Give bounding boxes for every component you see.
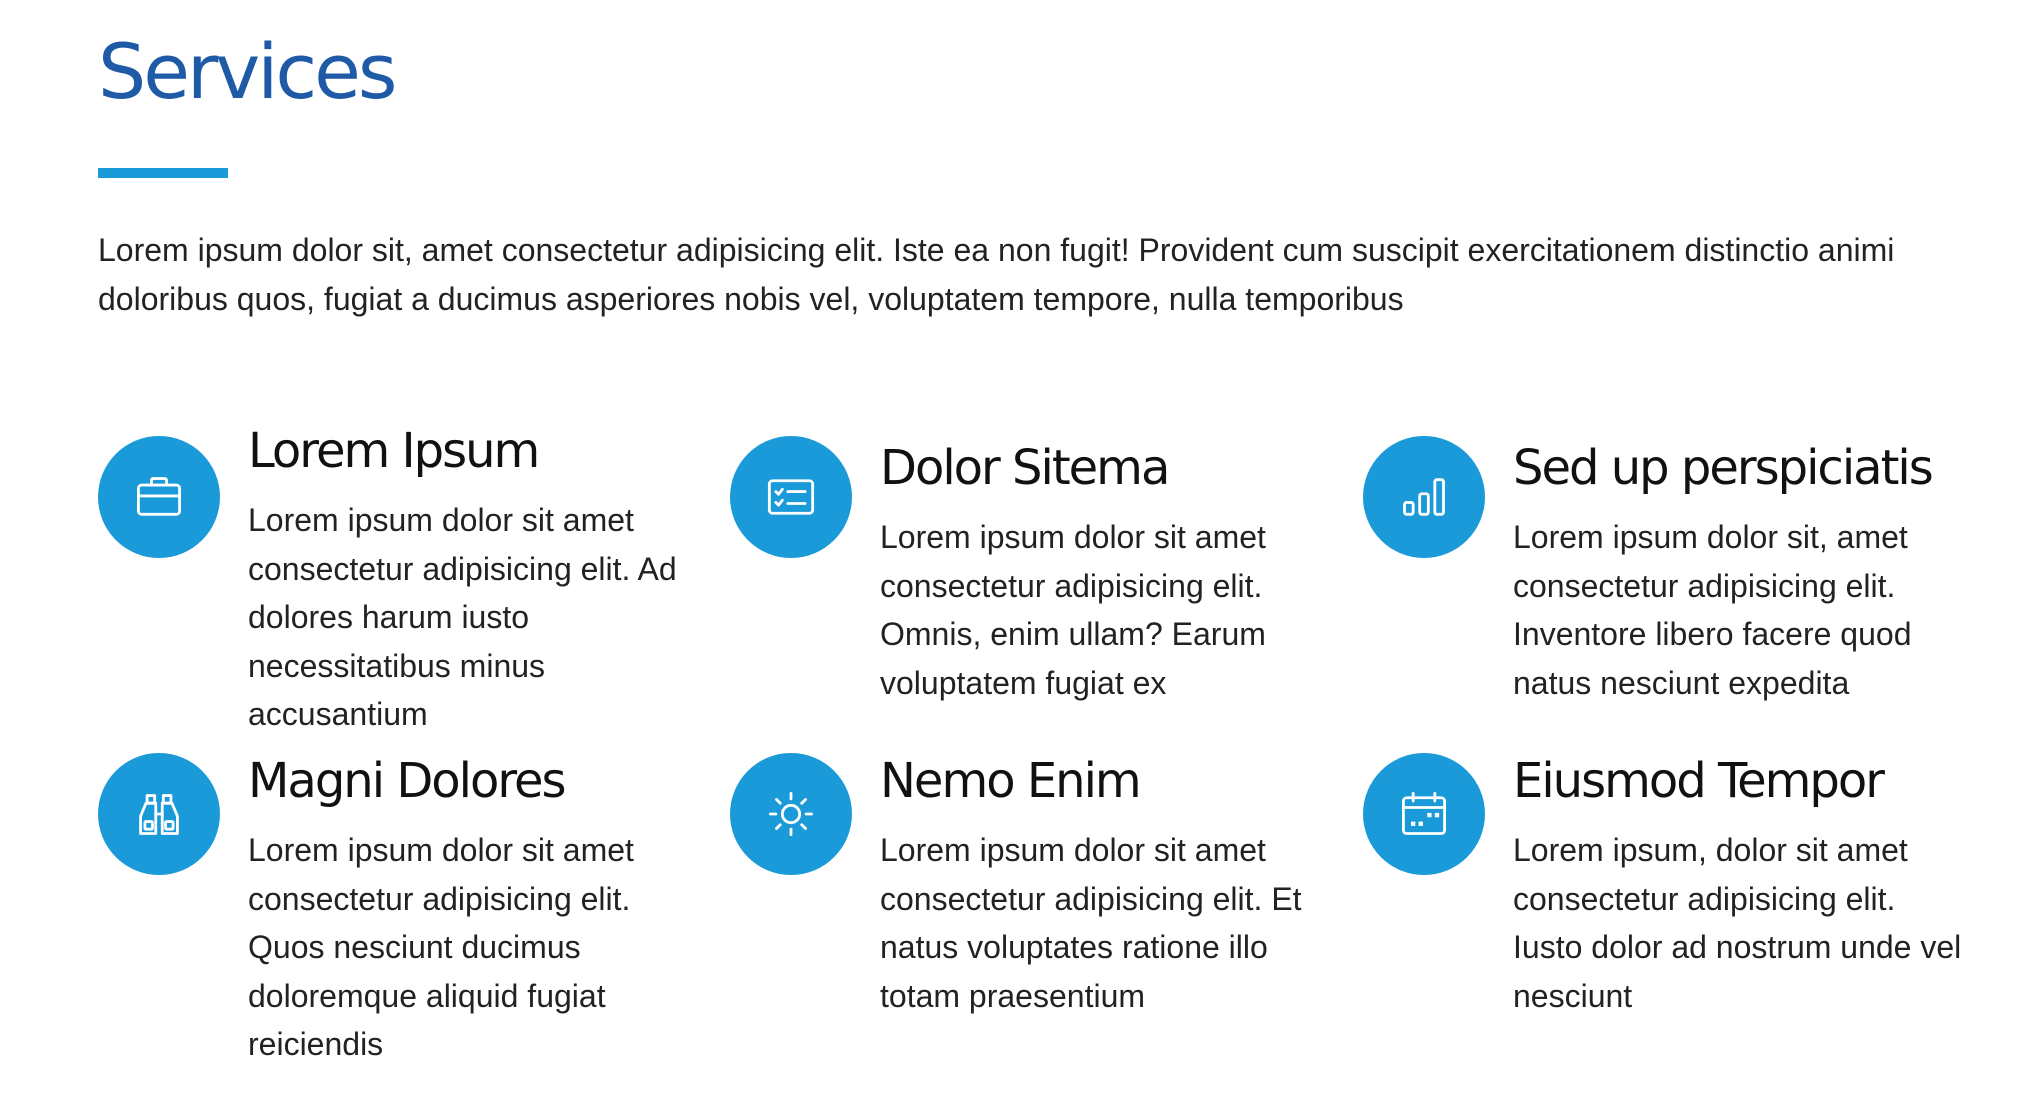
briefcase-icon	[98, 436, 220, 558]
calendar-icon	[1363, 753, 1485, 875]
service-title: Nemo Enim	[880, 753, 1142, 809]
service-description: Lorem ipsum dolor sit amet consectetur a…	[880, 832, 1302, 1014]
service-title: Dolor Sitema	[880, 440, 1170, 496]
service-description: Lorem ipsum dolor sit, amet consectetur …	[1513, 519, 1912, 701]
service-description: Lorem ipsum dolor sit amet consectetur a…	[248, 832, 634, 1062]
service-title: Sed up perspiciatis	[1513, 440, 1934, 496]
intro-paragraph: Lorem ipsum dolor sit, amet consectetur …	[98, 232, 1895, 317]
service-description: Lorem ipsum dolor sit amet consectetur a…	[880, 519, 1266, 701]
service-title: Eiusmod Tempor	[1513, 753, 1885, 809]
service-description: Lorem ipsum, dolor sit amet consectetur …	[1513, 832, 1962, 1014]
service-description: Lorem ipsum dolor sit amet consectetur a…	[248, 502, 677, 732]
bar-chart-icon	[1363, 436, 1485, 558]
service-title: Magni Dolores	[248, 753, 567, 809]
page-title: Services	[98, 27, 397, 116]
sun-icon	[730, 753, 852, 875]
service-title: Lorem Ipsum	[248, 423, 540, 479]
title-underline	[98, 168, 228, 178]
checklist-card-icon	[730, 436, 852, 558]
binoculars-icon	[98, 753, 220, 875]
